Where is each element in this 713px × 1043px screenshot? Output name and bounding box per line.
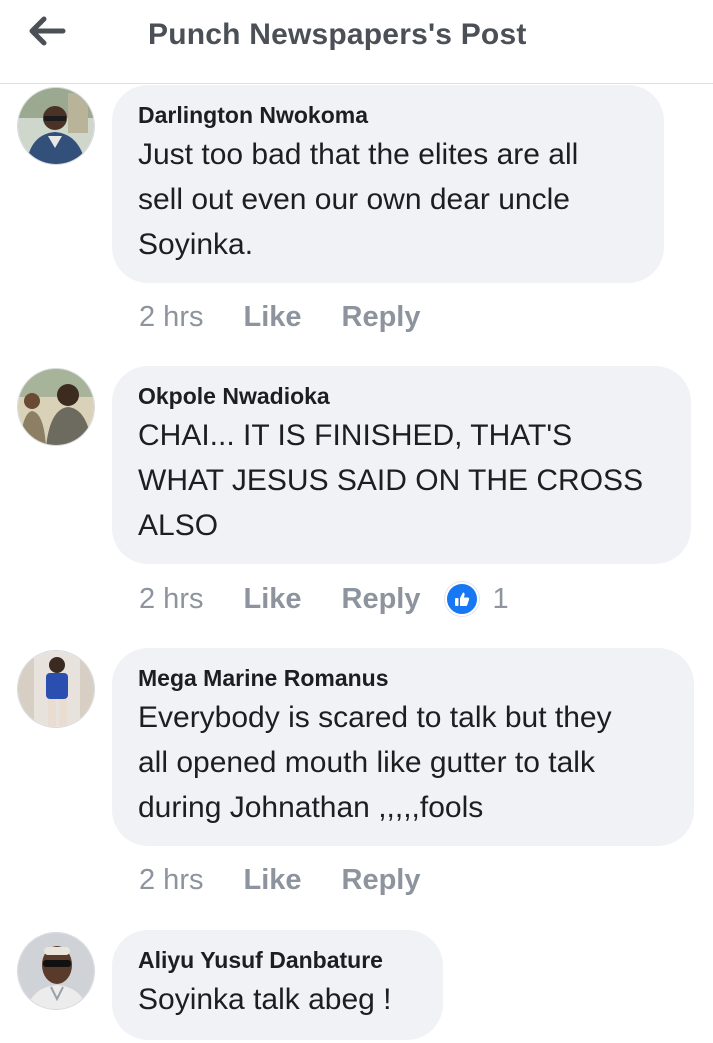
avatar[interactable] [17, 87, 95, 165]
avatar[interactable] [17, 932, 95, 1010]
comment-text: CHAI... IT IS FINISHED, THAT'S WHAT JESU… [138, 413, 665, 548]
comment-text: Everybody is scared to talk but they all… [138, 695, 668, 830]
thumbs-up-icon[interactable] [444, 582, 479, 616]
comment-actions: 2 hrs Like Reply [139, 301, 461, 334]
app-header: Punch Newspapers's Post [0, 0, 713, 84]
comment-bubble: Darlington Nwokoma Just too bad that the… [112, 85, 664, 283]
avatar[interactable] [17, 650, 95, 728]
comment-text: Just too bad that the elites are all sel… [138, 132, 638, 267]
comment-actions: 2 hrs Like Reply [139, 864, 461, 897]
comment-line: Everybody is scared to talk but they [138, 701, 612, 734]
comment-author[interactable]: Darlington Nwokoma [138, 101, 368, 129]
comment-timestamp: 2 hrs [139, 864, 204, 896]
comment-line: Just too bad that the elites are all [138, 138, 579, 171]
comment-line: Soyinka. [138, 228, 254, 261]
comment-bubble: Aliyu Yusuf Danbature Soyinka talk abeg … [112, 930, 443, 1040]
comment-bubble: Okpole Nwadioka CHAI... IT IS FINISHED, … [112, 366, 691, 564]
comment-timestamp: 2 hrs [139, 301, 204, 333]
like-button[interactable]: Like [243, 301, 301, 334]
comment-timestamp: 2 hrs [139, 582, 204, 615]
like-button[interactable]: Like [243, 864, 301, 897]
comment-line: ALSO [138, 509, 219, 542]
like-button[interactable]: Like [243, 583, 301, 616]
back-button[interactable] [22, 12, 72, 54]
reply-button[interactable]: Reply [342, 583, 421, 616]
comment-line: all opened mouth like gutter to talk [138, 746, 595, 779]
reply-button[interactable]: Reply [342, 301, 421, 334]
reaction-count[interactable]: 1 [493, 583, 509, 616]
comment-text: Soyinka talk abeg ! [138, 977, 417, 1022]
page-title: Punch Newspapers's Post [148, 18, 527, 51]
comment-bubble: Mega Marine Romanus Everybody is scared … [112, 648, 694, 846]
avatar[interactable] [17, 368, 95, 446]
comment-author[interactable]: Mega Marine Romanus [138, 664, 389, 692]
comment-line: sell out even our own dear uncle [138, 183, 570, 216]
comment-line: WHAT JESUS SAID ON THE CROSS [138, 464, 644, 497]
comment-line: Soyinka talk abeg ! [138, 983, 392, 1016]
comment-actions: 2 hrs Like Reply 1 [139, 582, 509, 616]
comment-line: during Johnathan ,,,,,fools [138, 791, 484, 824]
arrow-left-icon [28, 16, 66, 51]
comment-author[interactable]: Aliyu Yusuf Danbature [138, 946, 383, 974]
comment-author[interactable]: Okpole Nwadioka [138, 382, 330, 410]
reply-button[interactable]: Reply [342, 864, 421, 897]
comment-line: CHAI... IT IS FINISHED, THAT'S [138, 419, 573, 452]
